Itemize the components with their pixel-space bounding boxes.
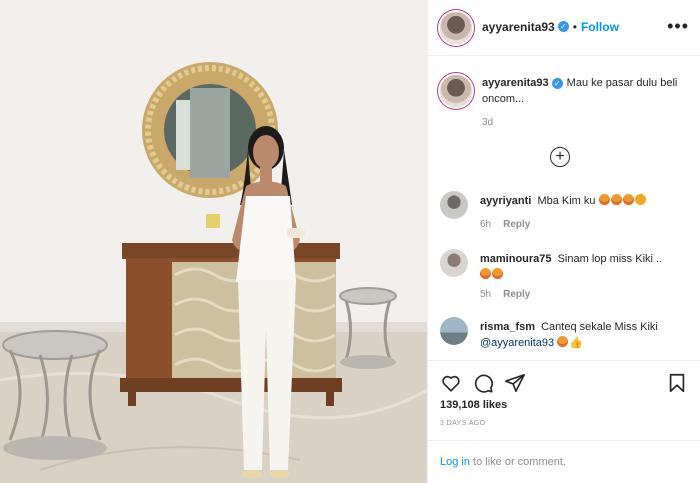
separator-dot: •	[572, 20, 577, 34]
verified-badge-icon: ✓	[551, 77, 563, 89]
comment-age: 5h	[480, 289, 492, 300]
comment-username[interactable]: risma_fsm	[480, 321, 535, 333]
caption-text-block: ayyarenita93 ✓ Mau ke pasar dulu beli onco…	[482, 75, 692, 107]
post-photo[interactable]	[0, 0, 427, 483]
likes-count[interactable]: 139,108 likes	[440, 399, 507, 411]
thumbs-up-emoji-icon: 👍	[569, 337, 583, 349]
post-date: 3 DAYS AGO	[440, 420, 486, 427]
comment-item: maminoura75 Sinam lop miss Kiki .. 5h Rep…	[440, 247, 690, 300]
login-link[interactable]: Log in	[440, 456, 470, 468]
grinning-emoji-icon	[634, 194, 646, 205]
like-heart-icon[interactable]	[440, 372, 462, 394]
comment-text: Mba Kim ku	[537, 195, 596, 207]
login-prompt: Log in to like or comment.	[428, 440, 700, 483]
reply-button[interactable]: Reply	[503, 289, 530, 300]
comment-username[interactable]: ayyriyanti	[480, 195, 531, 207]
commenter-avatar[interactable]	[440, 249, 468, 277]
comment-age: 6h	[480, 219, 492, 230]
comment-username[interactable]: maminoura75	[480, 253, 552, 265]
commenter-avatar[interactable]	[440, 317, 468, 345]
caption: ayyarenita93 ✓ Mau ke pasar dulu beli onco…	[440, 71, 690, 131]
post-side-panel: ayyarenita93 ✓ • Follow ••• ayyarenita93 ✓ Ma…	[427, 0, 700, 483]
heart-eyes-emoji-icon	[480, 268, 491, 279]
action-bar	[428, 360, 700, 402]
comment-meta: 5h Reply	[480, 289, 530, 300]
comment-text-block: maminoura75 Sinam lop miss Kiki ..	[480, 251, 690, 283]
heart-eyes-emoji-icon	[598, 194, 610, 205]
author-line: ayyarenita93 ✓ • Follow	[482, 18, 619, 36]
follow-button[interactable]: Follow	[581, 20, 619, 34]
login-suffix: to like or comment.	[469, 456, 566, 468]
comment-text: Canteq sekale Miss Kiki	[541, 321, 658, 333]
post-header: ayyarenita93 ✓ • Follow •••	[428, 0, 700, 56]
comment-item: ayyriyanti Mba Kim ku 6h Reply	[440, 189, 690, 233]
login-prompt-text: Log in to like or comment.	[440, 456, 566, 468]
author-username[interactable]: ayyarenita93	[482, 20, 555, 34]
share-paper-plane-icon[interactable]	[504, 372, 526, 394]
verified-badge-icon: ✓	[557, 21, 569, 33]
post-photo-illustration	[0, 0, 427, 483]
comment-bubble-icon[interactable]	[472, 372, 494, 394]
comment-text: Sinam lop miss Kiki ..	[557, 253, 663, 265]
comment-text-block: ayyriyanti Mba Kim ku	[480, 193, 690, 209]
caption-meta: 3d	[482, 117, 493, 128]
commenter-avatar[interactable]	[440, 191, 468, 219]
comment-meta: 6h Reply	[480, 219, 530, 230]
caption-avatar[interactable]	[440, 75, 472, 107]
reply-button[interactable]: Reply	[503, 219, 530, 230]
comment-text-block: risma_fsm Canteq sekale Miss Kiki @ayyar…	[480, 319, 690, 351]
author-avatar[interactable]	[440, 12, 472, 44]
heart-eyes-emoji-icon	[492, 268, 503, 279]
heart-eyes-emoji-icon	[610, 194, 622, 205]
comments-section[interactable]: ayyarenita93 ✓ Mau ke pasar dulu beli onco…	[428, 57, 700, 360]
caption-age: 3d	[482, 117, 494, 128]
mention-link[interactable]: @ayyarenita93	[480, 337, 554, 349]
caption-username[interactable]: ayyarenita93	[482, 77, 549, 89]
load-more-comments-icon[interactable]: +	[550, 147, 570, 167]
comment-item: risma_fsm Canteq sekale Miss Kiki @ayyar…	[440, 315, 690, 359]
cabinet	[120, 243, 342, 406]
heart-eyes-emoji-icon	[622, 194, 634, 205]
heart-eyes-emoji-icon	[557, 336, 569, 347]
save-bookmark-icon[interactable]	[666, 372, 688, 394]
more-options-icon[interactable]: •••	[667, 16, 689, 37]
